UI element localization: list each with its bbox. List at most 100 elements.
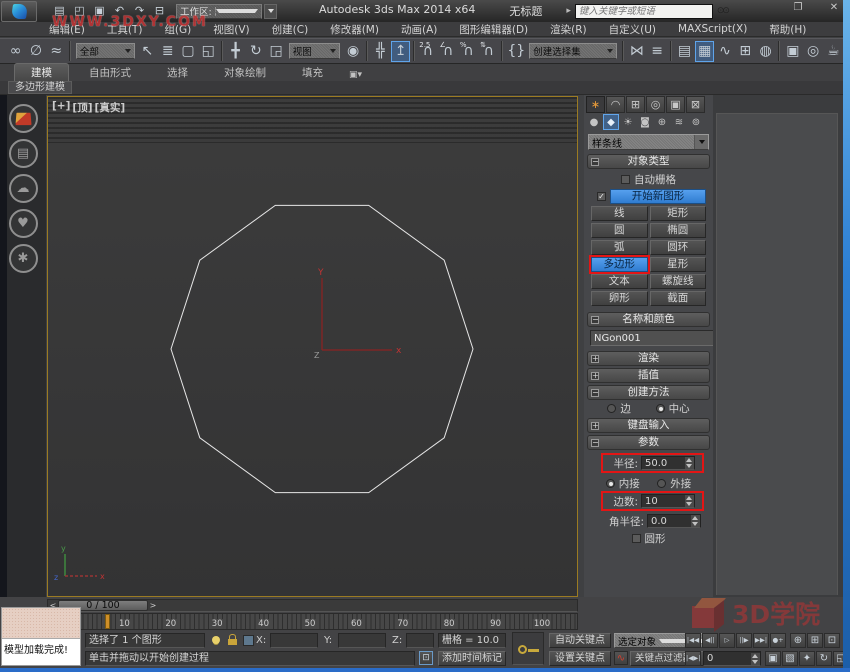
previous-frame-button[interactable]: ◀||	[702, 633, 718, 648]
selection-lock-icon[interactable]	[228, 639, 237, 645]
object-name-field[interactable]	[590, 330, 723, 346]
shape-type-button[interactable]: 螺旋线	[650, 274, 707, 289]
selection-filter-dropdown[interactable]: 全部	[76, 43, 135, 59]
reference-coordinate-dropdown[interactable]: 视图	[289, 43, 341, 59]
binoculars-icon[interactable]: ⊙⊙	[717, 6, 728, 16]
open-file-icon[interactable]: ◰	[71, 3, 88, 19]
go-to-end-button[interactable]: ▶▶|	[753, 633, 769, 648]
z-coordinate-field[interactable]	[406, 633, 434, 648]
x-coordinate-field[interactable]	[270, 633, 318, 648]
radius-field[interactable]: 50.0	[641, 456, 695, 470]
tab-create[interactable]: ∗	[586, 96, 605, 113]
menu-item[interactable]: 图形编辑器(D)	[448, 22, 539, 37]
project-folder-icon[interactable]: ⊟	[151, 3, 168, 19]
save-file-icon[interactable]: ▣	[91, 3, 108, 19]
menu-item[interactable]: 创建(C)	[261, 22, 320, 37]
menu-item[interactable]: 动画(A)	[390, 22, 448, 37]
select-object-icon[interactable]: ↖	[138, 41, 157, 62]
schematic-view-icon[interactable]: ⊞	[736, 41, 755, 62]
rollout-header[interactable]: +渲染	[587, 351, 710, 366]
start-new-shape-button[interactable]: 开始新图形	[610, 189, 706, 204]
circumscribed-radio[interactable]: 外接	[657, 476, 691, 491]
track-bar-ruler[interactable]: 102030405060708090100	[78, 614, 577, 629]
tab-polygon-modeling[interactable]: 多边形建模	[8, 81, 72, 94]
select-and-link-icon[interactable]: ∞	[6, 41, 25, 62]
ribbon-tab[interactable]: 选择	[151, 64, 204, 81]
menu-item[interactable]: 帮助(H)	[758, 22, 817, 37]
y-coordinate-field[interactable]	[338, 633, 386, 648]
ribbon-tab[interactable]: 填充	[286, 64, 339, 81]
shape-type-button[interactable]: 卵形	[591, 291, 648, 306]
time-slider-next-button[interactable]: >	[148, 600, 158, 611]
category-geometry[interactable]: ●	[586, 114, 602, 130]
category-lights[interactable]: ☀	[620, 114, 636, 130]
application-menu-button[interactable]	[1, 1, 37, 22]
workspace-dropdown[interactable]: 工作区: 默认	[176, 4, 262, 19]
ribbon-minimize-icon[interactable]: ▣▾	[343, 69, 368, 81]
spinner-arrows[interactable]	[685, 457, 694, 469]
shape-type-button[interactable]: 线	[591, 206, 648, 221]
render-icon[interactable]: ☕	[824, 41, 843, 62]
shape-type-button[interactable]: 矩形	[650, 206, 707, 221]
cloud-icon[interactable]: ☁	[9, 174, 38, 203]
shape-type-button[interactable]: 文本	[591, 274, 648, 289]
shape-type-button[interactable]: 椭圆	[650, 223, 707, 238]
frame-step-button[interactable]: |◀▶|	[685, 651, 701, 666]
snap-2d-icon[interactable]: ∩2.5	[418, 41, 437, 62]
rollout-header[interactable]: +插值	[587, 368, 710, 383]
track-bar[interactable]: ▦ 102030405060708090100	[47, 613, 578, 630]
go-to-start-button[interactable]: |◀◀	[685, 633, 701, 648]
render-setup-icon[interactable]: ▣	[783, 41, 802, 62]
favorite-icon[interactable]: ♥	[9, 209, 38, 238]
ribbon-tab[interactable]: 建模	[14, 63, 69, 81]
rollout-header[interactable]: −创建方法	[587, 385, 710, 400]
menu-item[interactable]: 编辑(E)	[38, 22, 96, 37]
zoom-icon[interactable]: ⊕	[790, 633, 806, 648]
select-and-manipulate-icon[interactable]: ╬	[371, 41, 390, 62]
new-key-wave-icon[interactable]: ∿	[614, 651, 628, 665]
rollout-header[interactable]: +键盘输入	[587, 418, 710, 433]
search-expand-icon[interactable]: ▸	[566, 6, 571, 16]
time-config-icon[interactable]: ▣	[765, 651, 781, 666]
isolate-selection-icon[interactable]: ⊡	[419, 651, 433, 665]
zoom-extents-icon[interactable]: ⊡	[824, 633, 840, 648]
redo-icon[interactable]: ↷	[131, 3, 148, 19]
tab-hierarchy[interactable]: ⊞	[626, 96, 645, 113]
rollout-header[interactable]: −参数	[587, 435, 710, 450]
select-and-move-icon[interactable]: ╋	[226, 41, 245, 62]
select-and-rotate-icon[interactable]: ↻	[246, 41, 265, 62]
curve-editor-icon[interactable]: ∿	[715, 41, 734, 62]
layer-manager-icon[interactable]: ▤	[675, 41, 694, 62]
orbit-icon[interactable]: ↻	[816, 651, 832, 666]
zoom-region-icon[interactable]: ▧	[782, 651, 798, 666]
settings-icon[interactable]: ✱	[9, 244, 38, 273]
shape-type-button[interactable]: 圆环	[650, 240, 707, 255]
shape-type-button[interactable]: 多边形	[591, 257, 648, 272]
next-frame-button[interactable]: ||▶	[736, 633, 752, 648]
select-and-scale-icon[interactable]: ◲	[266, 41, 285, 62]
auto-key-button[interactable]: 自动关键点	[549, 633, 611, 648]
select-by-name-icon[interactable]: ≣	[158, 41, 177, 62]
corner-radius-field[interactable]: 0.0	[647, 514, 701, 528]
mirror-icon[interactable]: ⋈	[627, 41, 646, 62]
spinner-arrows[interactable]	[691, 515, 700, 527]
category-helpers[interactable]: ⊕	[654, 114, 670, 130]
workspace-menu-button[interactable]	[264, 4, 277, 19]
menu-item[interactable]: 修改器(M)	[319, 22, 390, 37]
shape-type-dropdown[interactable]: 样条线	[588, 134, 709, 150]
creation-method-edge-radio[interactable]: 边	[607, 401, 631, 416]
viewport-pov-menu[interactable]: [顶]	[72, 100, 92, 115]
menu-item[interactable]: MAXScript(X)	[667, 23, 758, 35]
restore-button[interactable]: ❐	[791, 2, 805, 13]
use-pivot-center-icon[interactable]: ◉	[343, 41, 362, 62]
edit-named-selections-icon[interactable]: {}	[506, 41, 526, 62]
add-time-tag-button[interactable]: 添加时间标记	[438, 651, 506, 666]
category-systems[interactable]: ⊚	[688, 114, 704, 130]
new-scene-icon[interactable]: ▤	[51, 3, 68, 19]
sides-field[interactable]: 10	[641, 494, 695, 508]
percent-snap-icon[interactable]: ∩%	[459, 41, 478, 62]
tab-modify[interactable]: ◠	[606, 96, 625, 113]
named-selection-dropdown[interactable]: 创建选择集	[529, 43, 617, 59]
material-editor-icon[interactable]: ◍	[756, 41, 775, 62]
3dxy-logo-icon[interactable]	[9, 104, 38, 133]
